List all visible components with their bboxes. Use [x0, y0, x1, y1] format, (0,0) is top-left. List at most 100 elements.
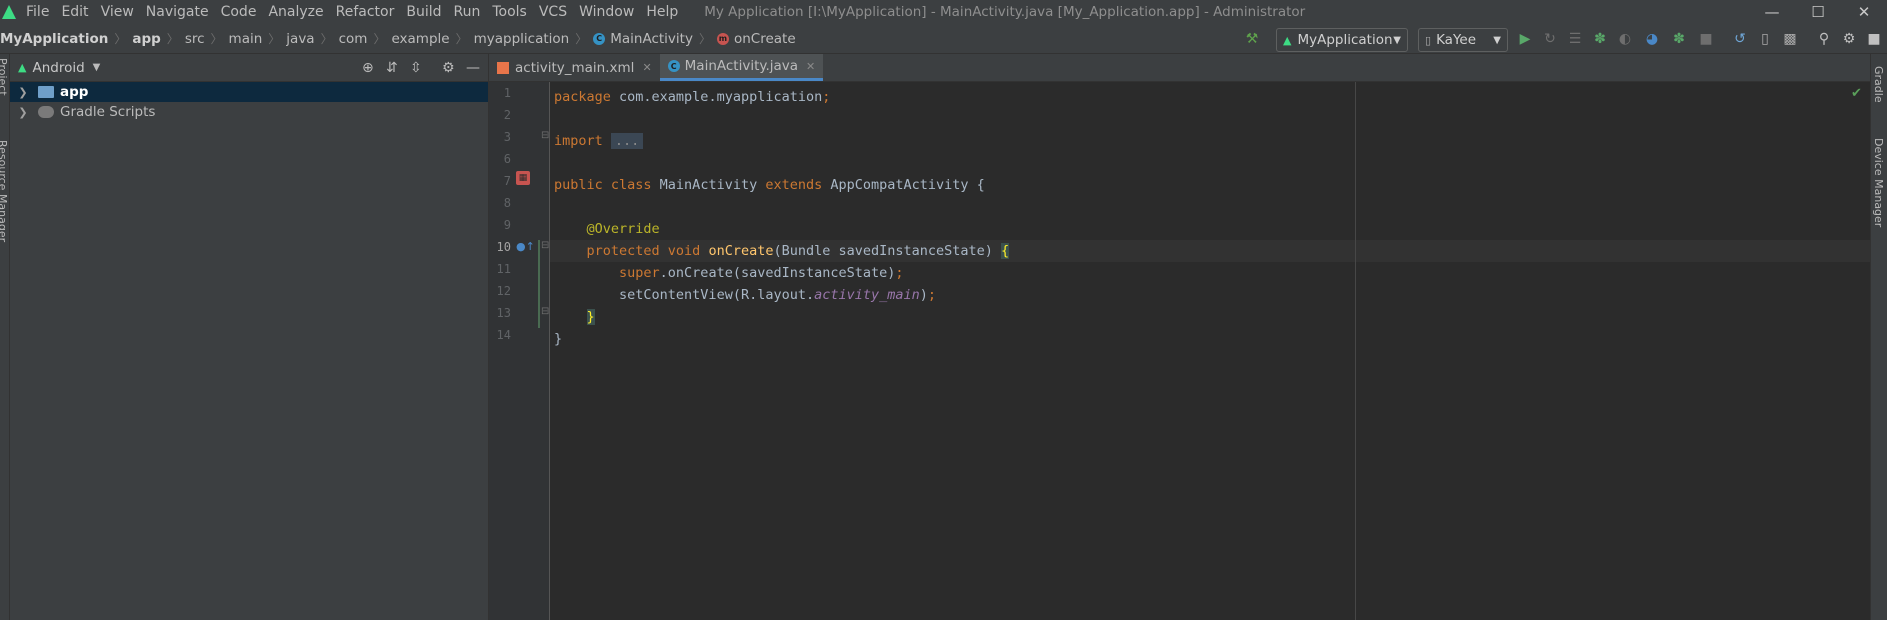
menu-code[interactable]: Code — [215, 0, 263, 24]
breadcrumb-item[interactable]: myapplication — [474, 31, 570, 47]
device-dropdown[interactable]: ▯ KaYee ▼ — [1418, 28, 1508, 52]
code-line: setContentView(R.layout.activity_main); — [619, 287, 937, 303]
project-view-selector[interactable]: Android — [32, 60, 84, 76]
panel-settings-gear-icon[interactable]: ⚙ — [442, 60, 455, 76]
vcs-change-marker — [538, 240, 540, 328]
expand-all-icon[interactable]: ⇵ — [386, 60, 398, 76]
override-method-gutter-icon[interactable]: ●↑ — [516, 240, 535, 253]
breadcrumb-item[interactable]: com — [339, 31, 368, 47]
fold-end-icon[interactable]: ⊟ — [541, 306, 549, 317]
editor-tab-bar: activity_main.xml ✕ C MainActivity.java … — [489, 54, 1870, 82]
code-editor[interactable]: package com.example.myapplication; impor… — [550, 82, 1870, 620]
right-tool-strip: Gradle Device Manager — [1870, 54, 1887, 620]
device-icon: ▯ — [1425, 33, 1432, 47]
line-number-current: 10 — [496, 240, 511, 254]
android-studio-logo-icon — [2, 5, 16, 19]
menu-refactor[interactable]: Refactor — [330, 0, 401, 24]
tree-item-label: Gradle Scripts — [60, 104, 156, 120]
menu-edit[interactable]: Edit — [55, 0, 94, 24]
menu-navigate[interactable]: Navigate — [140, 0, 215, 24]
code-line: } — [586, 309, 595, 325]
debug-icon[interactable]: ✽ — [1591, 30, 1609, 48]
tree-item-app[interactable]: ❯ app — [10, 82, 488, 102]
close-tab-icon[interactable]: ✕ — [806, 60, 815, 73]
project-tool-tab[interactable]: Project — [0, 58, 9, 96]
open-layout-gutter-icon[interactable]: ▦ — [516, 171, 530, 185]
code-line: public class MainActivity extends AppCom… — [554, 177, 985, 193]
breadcrumb-item[interactable]: app — [132, 31, 160, 47]
method-icon: m — [716, 32, 729, 45]
menu-window[interactable]: Window — [573, 0, 640, 24]
menu-file[interactable]: File — [20, 0, 55, 24]
line-number: 12 — [496, 284, 511, 298]
menu-vcs[interactable]: VCS — [533, 0, 573, 24]
gradle-tool-tab[interactable]: Gradle — [1872, 66, 1885, 103]
project-panel-header: ▲ Android ▼ ⊕ ⇵ ⇳ ⚙ — — [10, 54, 488, 82]
breadcrumb-item[interactable]: java — [286, 31, 314, 47]
breadcrumb-item[interactable]: example — [391, 31, 449, 47]
code-line: import ... — [554, 130, 644, 152]
collapse-all-icon[interactable]: ⇳ — [410, 60, 422, 76]
menu-bar: File Edit View Navigate Code Analyze Ref… — [0, 0, 1887, 24]
hide-panel-icon[interactable]: — — [466, 60, 480, 76]
menu-analyze[interactable]: Analyze — [262, 0, 329, 24]
line-number: 14 — [496, 328, 511, 342]
menu-help[interactable]: Help — [640, 0, 684, 24]
tab-main-activity-java[interactable]: C MainActivity.java ✕ — [659, 54, 824, 81]
attach-debugger-icon[interactable]: ✽ — [1670, 30, 1688, 48]
chevron-down-icon[interactable]: ▼ — [93, 62, 101, 73]
sync-gradle-icon[interactable]: ↺ — [1731, 30, 1749, 48]
breadcrumb-item[interactable]: MainActivity — [610, 31, 693, 47]
sdk-manager-icon[interactable]: ▩ — [1781, 30, 1799, 48]
code-line: } — [554, 331, 563, 347]
tree-item-gradle-scripts[interactable]: ❯ Gradle Scripts — [10, 102, 488, 122]
run-coverage-icon[interactable]: ◐ — [1616, 30, 1634, 48]
settings-gear-icon[interactable]: ⚙ — [1840, 30, 1858, 48]
apply-code-changes-icon[interactable]: ☰ — [1566, 30, 1584, 48]
code-line: super.onCreate(savedInstanceState); — [619, 265, 904, 281]
line-number: 6 — [503, 152, 511, 166]
tab-activity-main-xml[interactable]: activity_main.xml ✕ — [489, 54, 660, 81]
apply-changes-icon[interactable]: ↻ — [1541, 30, 1559, 48]
chevron-right-icon[interactable]: ❯ — [16, 86, 30, 99]
fold-method-icon[interactable]: ⊟ — [541, 240, 549, 251]
fold-import-icon[interactable]: ⊟ — [541, 130, 549, 141]
chevron-right-icon[interactable]: ❯ — [16, 106, 30, 119]
code-line: package com.example.myapplication; — [554, 89, 831, 105]
menu-view[interactable]: View — [95, 0, 140, 24]
locate-target-icon[interactable]: ⊕ — [362, 60, 374, 76]
close-tab-icon[interactable]: ✕ — [642, 61, 651, 74]
window-title: My Application [I:\MyApplication] - Main… — [704, 4, 1306, 20]
breadcrumb-item[interactable]: src — [185, 31, 205, 47]
xml-file-icon — [497, 61, 509, 74]
search-icon[interactable]: ⚲ — [1815, 30, 1833, 48]
line-number: 9 — [503, 218, 511, 232]
tab-label: MainActivity.java — [684, 58, 799, 74]
gradle-elephant-icon — [38, 106, 54, 118]
device-manager-icon[interactable]: ▯ — [1756, 30, 1774, 48]
menu-build[interactable]: Build — [400, 0, 447, 24]
no-problems-check-icon[interactable]: ✔ — [1851, 86, 1862, 101]
device-manager-tool-tab[interactable]: Device Manager — [1872, 138, 1885, 227]
close-window-icon[interactable]: ✕ — [1841, 0, 1887, 24]
run-config-dropdown[interactable]: ▲ MyApplication ▼ — [1276, 28, 1408, 52]
run-icon[interactable]: ▶ — [1516, 30, 1534, 48]
breadcrumb-item[interactable]: onCreate — [734, 31, 796, 47]
menu-tools[interactable]: Tools — [486, 0, 533, 24]
tree-item-label: app — [60, 84, 89, 100]
make-project-hammer-icon[interactable]: ⚒ — [1243, 30, 1261, 48]
account-avatar-icon[interactable]: ■ — [1865, 30, 1883, 48]
breadcrumb-item[interactable]: MyApplication — [0, 31, 108, 47]
module-folder-icon — [38, 86, 54, 98]
stop-icon[interactable]: ■ — [1697, 30, 1715, 48]
line-number: 2 — [503, 108, 511, 122]
minimize-icon[interactable]: — — [1749, 0, 1795, 24]
resource-manager-tool-tab[interactable]: Resource Manager — [0, 140, 9, 242]
breadcrumb-item[interactable]: main — [229, 31, 263, 47]
tab-label: activity_main.xml — [515, 59, 635, 76]
profile-icon[interactable]: ◕ — [1643, 30, 1661, 48]
folded-imports[interactable]: ... — [610, 133, 644, 149]
right-margin-guide — [1355, 82, 1356, 620]
menu-run[interactable]: Run — [448, 0, 487, 24]
maximize-icon[interactable]: ☐ — [1795, 0, 1841, 24]
